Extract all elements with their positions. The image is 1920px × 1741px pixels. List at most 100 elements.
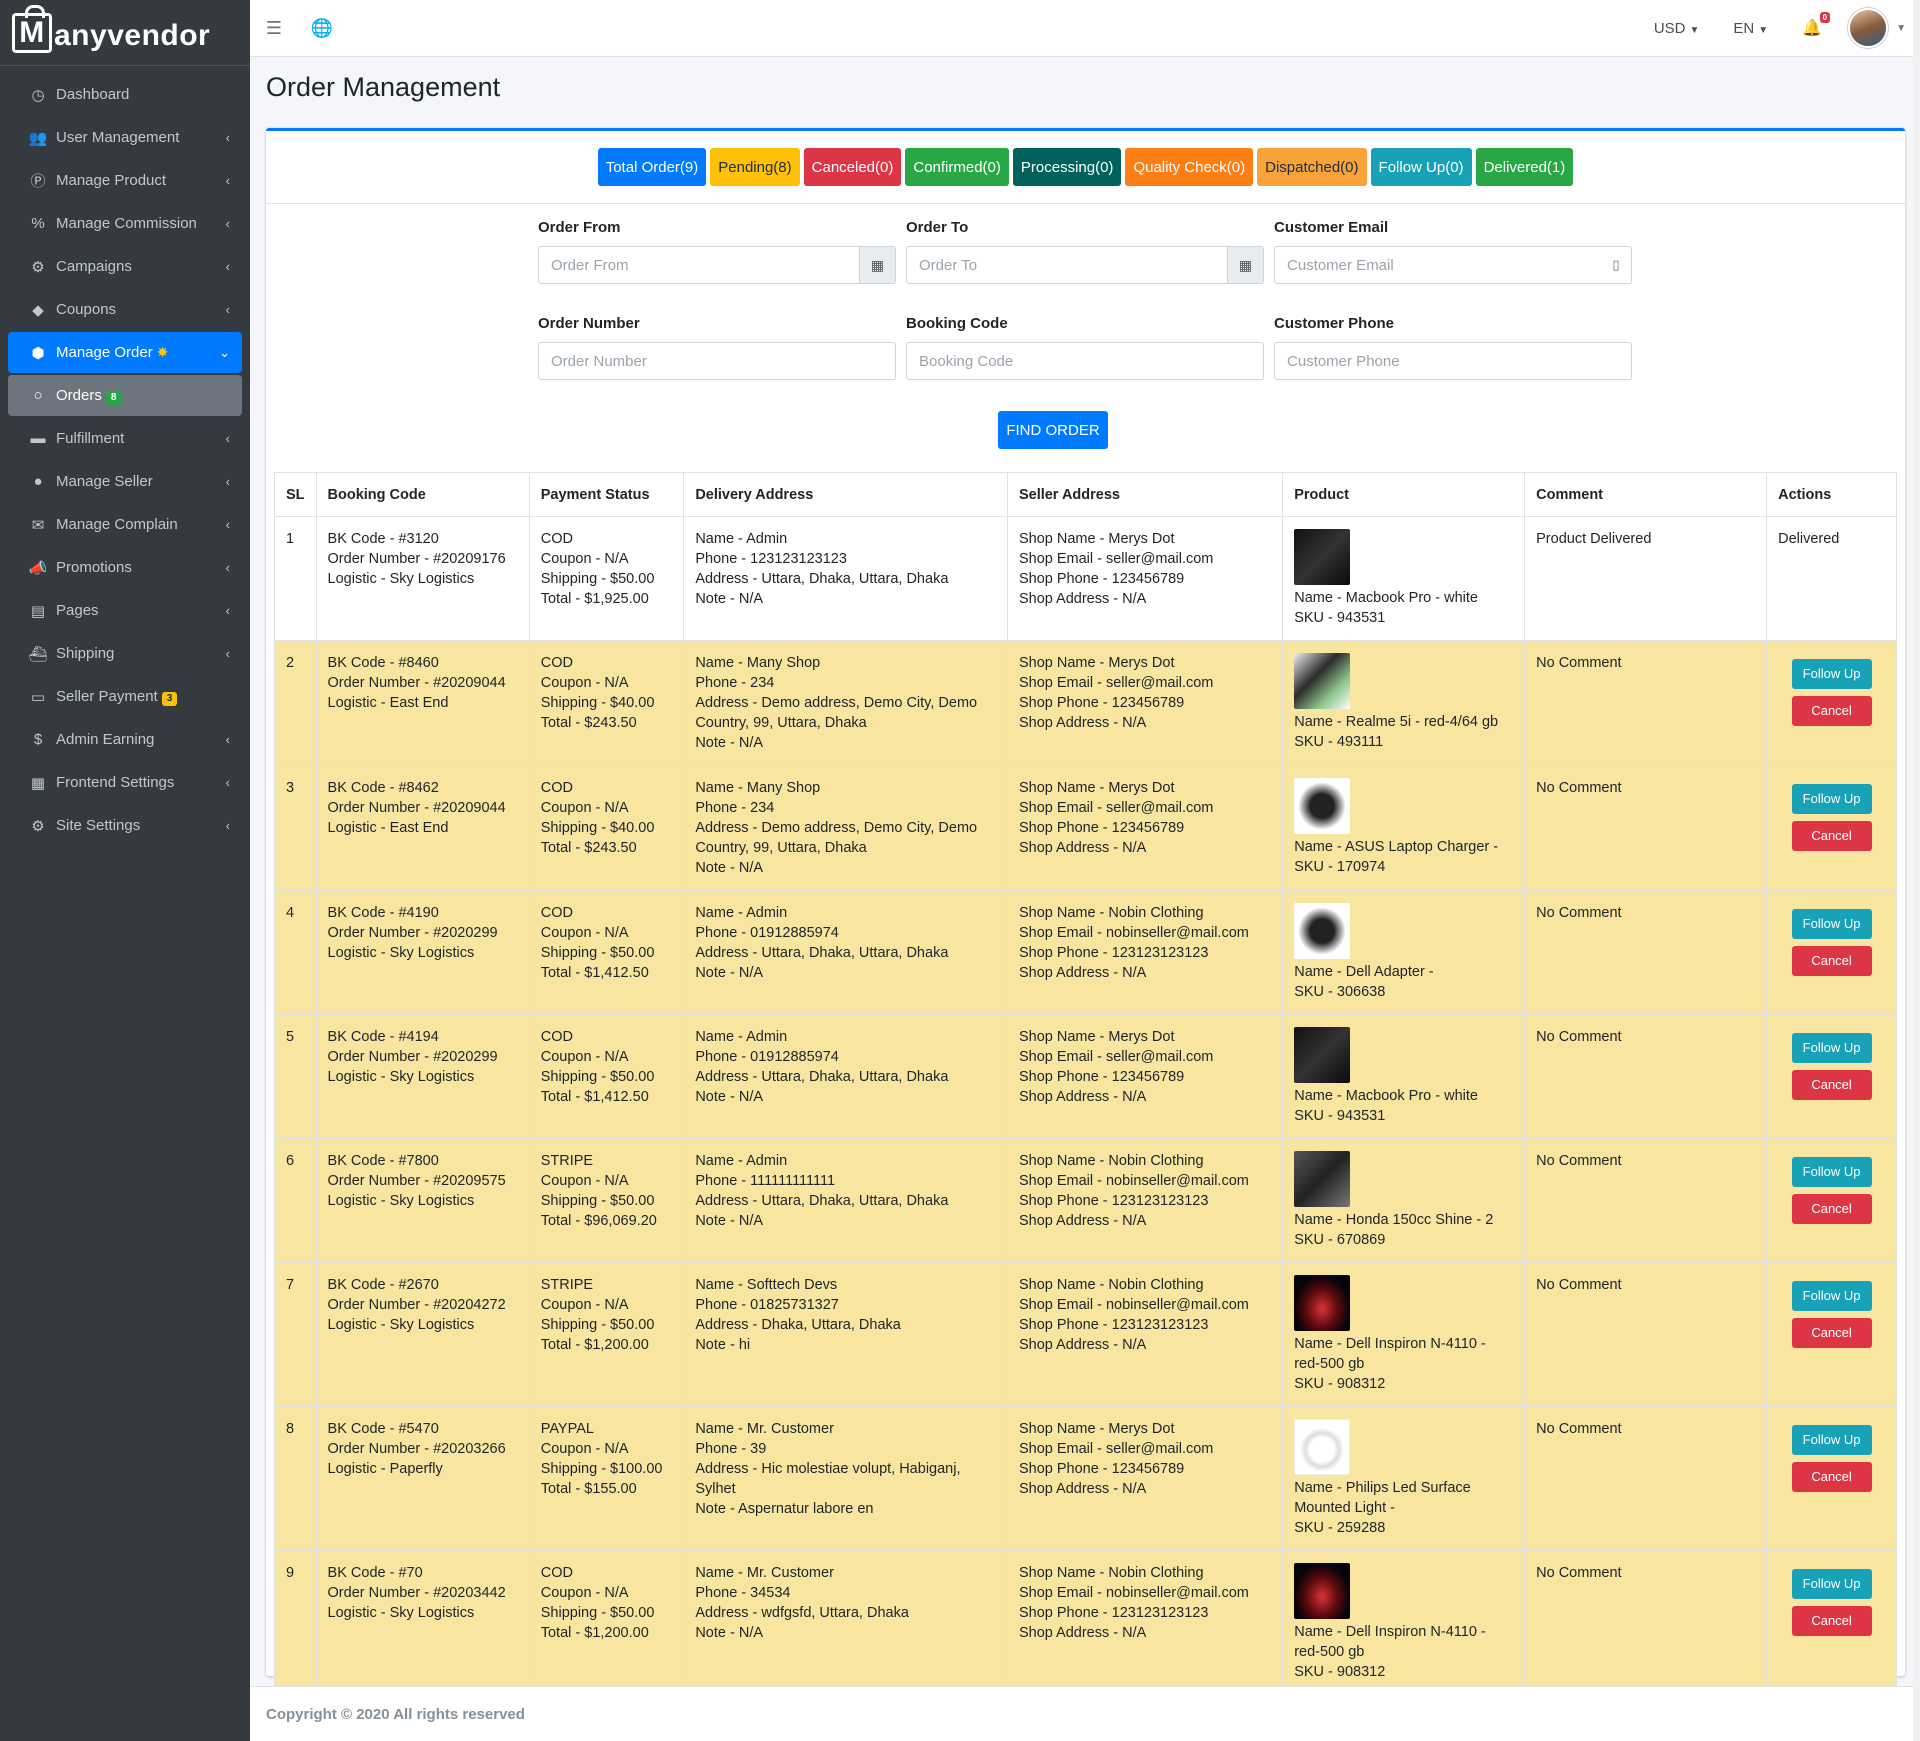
payment-cell-line: Total - $243.50 [540, 715, 637, 731]
seller-cell-line: Shop Name - Merys Dot [1018, 531, 1175, 547]
globe-icon[interactable]: 🌐 [298, 18, 346, 39]
sidebar-item-frontend-settings[interactable]: ▦ Frontend Settings ‹ [8, 762, 242, 803]
brand-name: anyvendor [54, 18, 211, 52]
sidebar-item-label: Shipping [56, 645, 226, 662]
product-image[interactable] [1294, 1027, 1351, 1083]
sidebar-item-shipping[interactable]: ⛴ Shipping ‹ [8, 633, 242, 674]
status-tab-processing[interactable]: Processing(0) [1012, 148, 1122, 186]
serial-cell: 7 [274, 1262, 317, 1407]
sidebar-item-manage-commission[interactable]: % Manage Commission ‹ [8, 203, 242, 244]
sidebar-item-label: Dashboard [56, 86, 230, 103]
booking-code-input[interactable]: Booking Code [906, 342, 1264, 380]
serial-cell: 4 [274, 890, 317, 1015]
customer-phone-input[interactable]: Customer Phone [1274, 342, 1632, 380]
product-image[interactable] [1294, 1563, 1351, 1619]
column-header: Actions [1766, 472, 1897, 517]
product-image[interactable] [1294, 778, 1351, 834]
status-tab-pending[interactable]: Pending(8) [710, 148, 800, 186]
customer-email-input[interactable]: Customer Email ▯ [1274, 246, 1632, 284]
order-from-input[interactable]: Order From ▦ [538, 246, 896, 284]
product-cell-line: Name - Macbook Pro - white [1294, 1088, 1478, 1104]
sidebar-item-manage-seller[interactable]: ● Manage Seller ‹ [8, 461, 242, 502]
find-order-button[interactable]: FIND ORDER [998, 411, 1108, 449]
follow-up-button[interactable]: Follow Up [1791, 1569, 1872, 1599]
payment-cell-line: COD [540, 655, 573, 671]
status-tab-follow-up[interactable]: Follow Up(0) [1370, 148, 1472, 186]
calendar-icon[interactable]: ▦ [859, 247, 895, 283]
sidebar-item-label: Fulfillment [56, 430, 226, 447]
follow-up-button[interactable]: Follow Up [1791, 1425, 1872, 1455]
cancel-button[interactable]: Cancel [1791, 1318, 1872, 1348]
status-tab-canceled[interactable]: Canceled(0) [803, 148, 902, 186]
follow-up-button[interactable]: Follow Up [1791, 659, 1872, 689]
cancel-button[interactable]: Cancel [1791, 821, 1872, 851]
cancel-button[interactable]: Cancel [1791, 696, 1872, 726]
cancel-button[interactable]: Cancel [1791, 1194, 1872, 1224]
status-tab-total-order[interactable]: Total Order(9) [597, 148, 707, 186]
sidebar-item-admin-earning[interactable]: $ Admin Earning ‹ [8, 719, 242, 760]
payment-cell: COD Coupon - N/A Shipping - $50.00 Total - … [528, 1550, 685, 1695]
follow-up-button[interactable]: Follow Up [1791, 784, 1872, 814]
delivery-cell-line: Sylhet [695, 1481, 736, 1497]
status-tab-dispatched[interactable]: Dispatched(0) [1257, 148, 1367, 186]
booking-cell-line: Logistic - Sky Logistics [327, 1605, 475, 1621]
status-tab-delivered[interactable]: Delivered(1) [1475, 148, 1574, 186]
menu-toggle-icon[interactable]: ☰ [250, 18, 298, 39]
sidebar-item-coupons[interactable]: ◆ Coupons ‹ [8, 289, 242, 330]
payment-cell-line: Total - $96,069.20 [540, 1213, 657, 1229]
order-number-input[interactable]: Order Number [538, 342, 896, 380]
follow-up-button[interactable]: Follow Up [1791, 1281, 1872, 1311]
sidebar-item-campaigns[interactable]: ⚙ Campaigns ‹ [8, 246, 242, 287]
booking-cell-line: Logistic - Sky Logistics [327, 1317, 475, 1333]
cancel-button[interactable]: Cancel [1791, 1462, 1872, 1492]
status-tab-quality-check[interactable]: Quality Check(0) [1125, 148, 1254, 186]
chevron-left-icon: ‹ [225, 775, 230, 790]
sidebar-item-manage-complain[interactable]: ✉ Manage Complain ‹ [8, 504, 242, 545]
product-image[interactable] [1294, 1419, 1351, 1475]
product-image[interactable] [1294, 529, 1351, 585]
actions-cell: Follow Up Cancel [1766, 1406, 1897, 1551]
seller-cell: Shop Name - Merys Dot Shop Email - seller… [1006, 1406, 1284, 1551]
sidebar-item-pages[interactable]: ▤ Pages ‹ [8, 590, 242, 631]
sidebar-item-manage-order[interactable]: ⬢ Manage Order ✸ ⌄ [8, 332, 242, 373]
percent-icon: % [31, 215, 45, 232]
orders-table: SL Booking Code Payment Status Delivery Add… [274, 472, 1897, 1695]
column-header: Booking Code [315, 472, 530, 517]
sidebar-item-site-settings[interactable]: ⚙ Site Settings ‹ [8, 805, 242, 846]
payment-cell-line: Shipping - $50.00 [540, 1605, 655, 1621]
sidebar-item-user-management[interactable]: 👥 User Management ‹ [8, 117, 242, 158]
product-cell: Name - Philips Led Surface Mounted Light … [1282, 1406, 1526, 1551]
caret-down-icon[interactable]: ▼ [1896, 23, 1906, 34]
cancel-button[interactable]: Cancel [1791, 1070, 1872, 1100]
product-image[interactable] [1294, 1275, 1351, 1331]
follow-up-button[interactable]: Follow Up [1791, 1033, 1872, 1063]
cancel-button[interactable]: Cancel [1791, 946, 1872, 976]
avatar[interactable] [1848, 8, 1889, 48]
delivery-cell-line: Address - Uttara, Dhaka, Uttara, Dhaka [695, 1069, 949, 1085]
ship-icon: ⛴ [28, 645, 48, 663]
sidebar-item-manage-product[interactable]: Ⓟ Manage Product ‹ [8, 160, 242, 201]
calendar-icon[interactable]: ▦ [1227, 247, 1263, 283]
follow-up-button[interactable]: Follow Up [1791, 1157, 1872, 1187]
product-image[interactable] [1294, 903, 1351, 959]
sidebar-item-seller-payment[interactable]: ▭ Seller Payment 3 [8, 676, 242, 717]
product-image[interactable] [1294, 653, 1351, 709]
follow-up-button[interactable]: Follow Up [1791, 909, 1872, 939]
notification-bell-icon[interactable]: 🔔 0 [1802, 12, 1831, 38]
cancel-button[interactable]: Cancel [1791, 1606, 1872, 1636]
brand-logo[interactable]: M anyvendor [0, 0, 250, 66]
sidebar-item-text: Manage Complain [56, 516, 178, 533]
vertical-scrollbar[interactable] [1913, 0, 1920, 1741]
product-image[interactable] [1294, 1151, 1351, 1207]
order-to-input[interactable]: Order To ▦ [906, 246, 1264, 284]
sidebar-item-dashboard[interactable]: ◷ Dashboard [8, 74, 242, 115]
sidebar-item-promotions[interactable]: 📣 Promotions ‹ [8, 547, 242, 588]
sidebar-item-fulfillment[interactable]: ▬ Fulfillment ‹ [8, 418, 242, 459]
payment-cell-line: Total - $1,925.00 [540, 591, 649, 607]
currency-dropdown[interactable]: USD ▼ [1654, 20, 1700, 37]
sidebar-item-orders[interactable]: ○ Orders 8 [8, 375, 242, 416]
language-dropdown[interactable]: EN ▼ [1733, 20, 1768, 37]
payment-cell: COD Coupon - N/A Shipping - $50.00 Total - … [528, 516, 685, 641]
product-cell-line: Name - Macbook Pro - white [1294, 590, 1478, 606]
status-tab-confirmed[interactable]: Confirmed(0) [905, 148, 1009, 186]
